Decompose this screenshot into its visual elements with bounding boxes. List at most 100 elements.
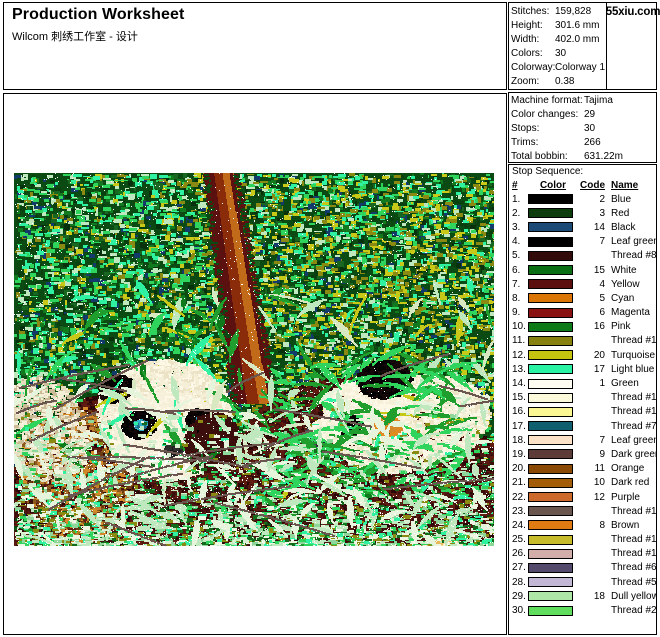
stop-row-color-cell <box>528 506 578 517</box>
thread-color-swatch[interactable] <box>528 506 573 517</box>
thread-color-swatch[interactable] <box>528 435 573 446</box>
stop-sequence-row[interactable]: 10. 16 Pink <box>509 320 656 334</box>
stop-sequence-row[interactable]: 27. Thread #6 <box>509 561 656 575</box>
stop-row-code: 16 <box>593 321 605 333</box>
stop-sequence-row[interactable]: 20. 11 Orange <box>509 462 656 476</box>
stop-sequence-row[interactable]: 5. Thread #8 <box>509 249 656 263</box>
thread-color-swatch[interactable] <box>528 364 573 375</box>
column-header-number: # <box>512 180 518 191</box>
thread-color-swatch[interactable] <box>528 222 573 233</box>
stop-row-number: 9. <box>512 307 521 319</box>
thread-color-swatch[interactable] <box>528 534 573 545</box>
stop-sequence-row[interactable]: 11. Thread #1 <box>509 334 656 348</box>
stop-sequence-row[interactable]: 28. Thread #5 <box>509 575 656 589</box>
stop-sequence-row[interactable]: 23. Thread #12 <box>509 504 656 518</box>
thread-color-swatch[interactable] <box>528 236 573 247</box>
thread-color-swatch[interactable] <box>528 335 573 346</box>
stop-row-number: 7. <box>512 278 521 290</box>
stop-sequence-row[interactable]: 21. 10 Dark red <box>509 476 656 490</box>
stop-sequence-row[interactable]: 1. 2 Blue <box>509 192 656 206</box>
column-header-color: Color <box>539 180 567 191</box>
thread-color-swatch[interactable] <box>528 520 573 531</box>
stop-row-name: Thread #12 <box>611 505 657 517</box>
stop-row-number: 3. <box>512 221 521 233</box>
thread-color-swatch[interactable] <box>528 321 573 332</box>
thread-color-swatch[interactable] <box>528 265 573 276</box>
thread-color-swatch[interactable] <box>528 250 573 261</box>
stop-sequence-row[interactable]: 26. Thread #16 <box>509 547 656 561</box>
summary-value-stitches: 159,828 <box>555 6 592 17</box>
stop-sequence-row[interactable]: 14. 1 Green <box>509 376 656 390</box>
stop-sequence-row[interactable]: 6. 15 White <box>509 263 656 277</box>
stop-sequence-panel: Stop Sequence: # Color Code Name 1. 2 Blue… <box>508 164 657 635</box>
thread-color-swatch[interactable] <box>528 307 573 318</box>
machine-row-color-changes: Color changes: 29 <box>511 108 656 122</box>
stop-row-color-cell <box>528 548 578 559</box>
stop-row-color-cell <box>528 265 578 276</box>
stop-row-color-cell <box>528 605 578 616</box>
stop-sequence-rows: 1. 2 Blue 2. 3 Red 3. 14 Black 4. 7 Leaf green 5. Thr… <box>509 192 656 618</box>
stop-row-name: Blue <box>611 193 632 205</box>
stop-row-color-cell <box>528 307 578 318</box>
stop-sequence-row[interactable]: 17. Thread #7 <box>509 419 656 433</box>
stop-row-number: 23. <box>512 505 526 517</box>
thread-color-swatch[interactable] <box>528 194 573 205</box>
stop-sequence-row[interactable]: 13. 17 Light blue <box>509 362 656 376</box>
stop-sequence-row[interactable]: 29. 18 Dull yellow <box>509 589 656 603</box>
embroidery-design-preview[interactable] <box>14 173 494 546</box>
column-header-code: Code <box>580 180 605 191</box>
thread-color-swatch[interactable] <box>528 421 573 432</box>
stop-sequence-row[interactable]: 25. Thread #14 <box>509 533 656 547</box>
machine-label-stops: Stops: <box>511 123 540 134</box>
thread-color-swatch[interactable] <box>528 378 573 389</box>
summary-row-width: Width: 402.0 mm <box>511 33 606 47</box>
brand-watermark: 55xiu.com <box>606 3 660 89</box>
stop-row-code: 14 <box>593 221 605 233</box>
stop-row-name: Green <box>611 378 639 390</box>
thread-color-swatch[interactable] <box>528 548 573 559</box>
thread-color-swatch[interactable] <box>528 605 573 616</box>
stop-sequence-row[interactable]: 2. 3 Red <box>509 206 656 220</box>
stop-sequence-row[interactable]: 22. 12 Purple <box>509 490 656 504</box>
thread-color-swatch[interactable] <box>528 449 573 460</box>
stop-sequence-row[interactable]: 24. 8 Brown <box>509 518 656 532</box>
thread-color-swatch[interactable] <box>528 208 573 219</box>
stop-sequence-row[interactable]: 16. Thread #13 <box>509 405 656 419</box>
stop-row-color-cell <box>528 435 578 446</box>
stop-sequence-row[interactable]: 8. 5 Cyan <box>509 291 656 305</box>
thread-color-swatch[interactable] <box>528 463 573 474</box>
machine-label-format: Machine format: <box>511 95 583 106</box>
stop-row-code: 7 <box>599 434 605 446</box>
thread-color-swatch[interactable] <box>528 591 573 602</box>
machine-label-total-bobbin: Total bobbin: <box>511 151 568 162</box>
summary-label-zoom: Zoom: <box>511 76 540 87</box>
stop-sequence-row[interactable]: 12. 20 Turquoise <box>509 348 656 362</box>
thread-color-swatch[interactable] <box>528 406 573 417</box>
thread-color-swatch[interactable] <box>528 477 573 488</box>
thread-color-swatch[interactable] <box>528 293 573 304</box>
thread-color-swatch[interactable] <box>528 392 573 403</box>
stop-row-number: 13. <box>512 363 526 375</box>
stop-row-code: 8 <box>599 519 605 531</box>
thread-color-swatch[interactable] <box>528 350 573 361</box>
stop-sequence-row[interactable]: 15. Thread #1 <box>509 391 656 405</box>
stop-sequence-row[interactable]: 7. 4 Yellow <box>509 277 656 291</box>
stop-row-color-cell <box>528 350 578 361</box>
stop-row-name: White <box>611 264 637 276</box>
thread-color-swatch[interactable] <box>528 562 573 573</box>
stop-row-code: 2 <box>599 193 605 205</box>
machine-info-panel: Machine format: Tajima Color changes: 29… <box>508 92 657 163</box>
stop-sequence-row[interactable]: 19. 9 Dark green <box>509 447 656 461</box>
thread-color-swatch[interactable] <box>528 279 573 290</box>
thread-color-swatch[interactable] <box>528 492 573 503</box>
stop-sequence-row[interactable]: 9. 6 Magenta <box>509 306 656 320</box>
summary-field-list: Stitches: 159,828 Height: 301.6 mm Width… <box>509 3 607 89</box>
stop-sequence-row[interactable]: 4. 7 Leaf green <box>509 235 656 249</box>
stop-row-name: Purple <box>611 491 640 503</box>
stop-row-code: 5 <box>599 292 605 304</box>
stop-sequence-row[interactable]: 3. 14 Black <box>509 220 656 234</box>
stop-sequence-row[interactable]: 30. Thread #2 <box>509 603 656 617</box>
thread-color-swatch[interactable] <box>528 577 573 588</box>
stop-sequence-row[interactable]: 18. 7 Leaf green <box>509 433 656 447</box>
stop-row-code: 11 <box>594 463 605 475</box>
